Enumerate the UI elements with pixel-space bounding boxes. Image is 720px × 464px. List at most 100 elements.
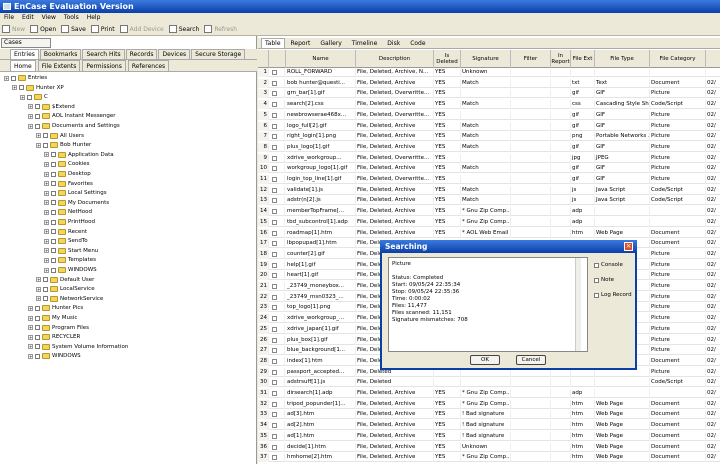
row-checkbox-cell[interactable]: [271, 239, 285, 249]
tree-node[interactable]: + All Users: [36, 132, 84, 140]
table-row[interactable]: 35 ad[1].htm File, Deleted, Archive YES! Ba…: [258, 431, 720, 441]
new-button[interactable]: New: [2, 24, 25, 35]
tree-node[interactable]: + Local Settings: [44, 189, 107, 197]
expand-toggle[interactable]: +: [4, 75, 9, 81]
row-checkbox[interactable]: [272, 144, 277, 150]
tree-checkbox[interactable]: [51, 219, 56, 225]
tab-code[interactable]: Code: [406, 38, 429, 48]
tree-node[interactable]: + Program Files: [28, 324, 89, 332]
expand-toggle[interactable]: +: [28, 334, 33, 340]
tree-checkbox[interactable]: [43, 296, 48, 302]
row-checkbox[interactable]: [272, 305, 277, 311]
tree-node[interactable]: + Application Data: [44, 151, 114, 159]
row-checkbox[interactable]: [272, 369, 277, 375]
tree-node[interactable]: + LocalService: [36, 285, 95, 293]
table-row[interactable]: 14 memberTopFrame[... File, Deleted, Archi…: [258, 207, 720, 217]
expand-toggle[interactable]: +: [28, 325, 33, 331]
row-checkbox[interactable]: [272, 401, 277, 407]
row-checkbox-cell[interactable]: [271, 175, 285, 184]
tree-checkbox[interactable]: [51, 190, 56, 196]
table-row[interactable]: 8 plus_logo[1].gif File, Deleted, Archive Y…: [258, 142, 720, 152]
expand-toggle[interactable]: +: [44, 209, 49, 215]
table-row[interactable]: 30 adstrsuff[1].js File, Deleted Code/Scrip…: [258, 378, 720, 388]
expand-toggle[interactable]: +: [28, 123, 33, 129]
tab-disk[interactable]: Disk: [383, 38, 404, 48]
row-checkbox[interactable]: [272, 316, 277, 322]
expand-toggle[interactable]: +: [44, 238, 49, 244]
table-row[interactable]: 33 ad[3].htm File, Deleted, Archive YES! Ba…: [258, 410, 720, 420]
tree-node[interactable]: + System Volume Information: [28, 343, 128, 351]
tree-node[interactable]: + Entries: [4, 74, 47, 82]
row-checkbox[interactable]: [272, 380, 277, 386]
tree-checkbox[interactable]: [51, 209, 56, 215]
row-checkbox-cell[interactable]: [271, 228, 285, 238]
row-checkbox-cell[interactable]: [271, 110, 285, 120]
expand-toggle[interactable]: +: [36, 286, 41, 292]
tree-node[interactable]: + Recent: [44, 228, 87, 236]
row-checkbox-cell[interactable]: [271, 153, 285, 163]
table-row[interactable]: 31 dirsearch[1].adp File, Deleted, Archive…: [258, 389, 720, 398]
subtab-home[interactable]: Home: [10, 60, 36, 71]
expand-toggle[interactable]: +: [44, 190, 49, 196]
column-header[interactable]: Filter: [511, 50, 551, 68]
tab-devices[interactable]: Devices: [158, 49, 191, 59]
row-checkbox-cell[interactable]: [271, 410, 285, 420]
row-checkbox[interactable]: [272, 134, 277, 140]
tree-node[interactable]: + Start Menu: [44, 247, 98, 255]
column-header[interactable]: Description: [356, 50, 434, 68]
add-device-button[interactable]: Add Device: [119, 24, 164, 35]
tree-checkbox[interactable]: [27, 94, 32, 100]
tree-checkbox[interactable]: [51, 152, 56, 158]
expand-toggle[interactable]: +: [28, 113, 33, 119]
tree-checkbox[interactable]: [51, 161, 56, 167]
tree-checkbox[interactable]: [43, 133, 48, 139]
column-header[interactable]: File Type: [595, 50, 650, 68]
print-button[interactable]: Print: [90, 24, 115, 35]
tree-checkbox[interactable]: [35, 353, 40, 359]
table-row[interactable]: 4 search[2].css File, Deleted, Archive YES M…: [258, 100, 720, 110]
row-checkbox-cell[interactable]: [271, 271, 285, 281]
table-row[interactable]: 10 workgroup_logo[1].gif File, Deleted, Ar…: [258, 164, 720, 174]
open-button[interactable]: Open: [30, 24, 56, 35]
tree-checkbox[interactable]: [35, 104, 40, 110]
row-checkbox-cell[interactable]: [271, 121, 285, 131]
row-checkbox-cell[interactable]: [271, 249, 285, 259]
row-checkbox[interactable]: [272, 198, 277, 204]
row-checkbox[interactable]: [272, 241, 277, 247]
row-checkbox[interactable]: [272, 294, 277, 300]
row-checkbox[interactable]: [272, 102, 277, 108]
row-checkbox[interactable]: [272, 112, 277, 118]
tab-search-hits[interactable]: Search Hits: [82, 49, 125, 59]
table-row[interactable]: 5 newbrowserae468x... File, Deleted, Overw…: [258, 110, 720, 120]
row-checkbox-cell[interactable]: [271, 68, 285, 77]
console-option[interactable]: Console: [594, 262, 623, 268]
menu-edit[interactable]: Edit: [22, 13, 34, 23]
tree-checkbox[interactable]: [11, 75, 16, 81]
row-checkbox[interactable]: [272, 219, 277, 225]
row-checkbox[interactable]: [272, 166, 277, 172]
tree-node[interactable]: + Cookies: [44, 160, 90, 168]
row-checkbox-cell[interactable]: [271, 356, 285, 366]
tree-checkbox[interactable]: [35, 123, 40, 129]
tree-node[interactable]: + Documents and Settings: [28, 122, 120, 130]
tree-node[interactable]: + Hunter Pics: [28, 304, 83, 312]
cancel-button[interactable]: Cancel: [516, 355, 546, 365]
note-option[interactable]: Note: [594, 277, 614, 283]
tree-checkbox[interactable]: [19, 85, 24, 91]
row-checkbox-cell[interactable]: [271, 335, 285, 345]
tree-node[interactable]: + WINDOWS: [44, 266, 97, 274]
tab-gallery[interactable]: Gallery: [316, 38, 345, 48]
expand-toggle[interactable]: +: [44, 257, 49, 263]
tree-checkbox[interactable]: [35, 325, 40, 331]
expand-toggle[interactable]: +: [36, 277, 41, 283]
table-row[interactable]: 16 roadmap[1].htm File, Deleted, Archive YE…: [258, 228, 720, 238]
tree-checkbox[interactable]: [43, 277, 48, 283]
tree-node[interactable]: + Favorites: [44, 180, 93, 188]
table-row[interactable]: 9 xdrive_workgroup... File, Deleted, Overw…: [258, 153, 720, 163]
row-checkbox-cell[interactable]: [271, 399, 285, 409]
tree-node[interactable]: + Bob Hunter: [36, 141, 91, 149]
tree-node[interactable]: + My Music: [28, 314, 77, 322]
refresh-button[interactable]: Refresh: [204, 24, 237, 35]
expand-toggle[interactable]: +: [44, 171, 49, 177]
row-checkbox[interactable]: [272, 455, 277, 461]
